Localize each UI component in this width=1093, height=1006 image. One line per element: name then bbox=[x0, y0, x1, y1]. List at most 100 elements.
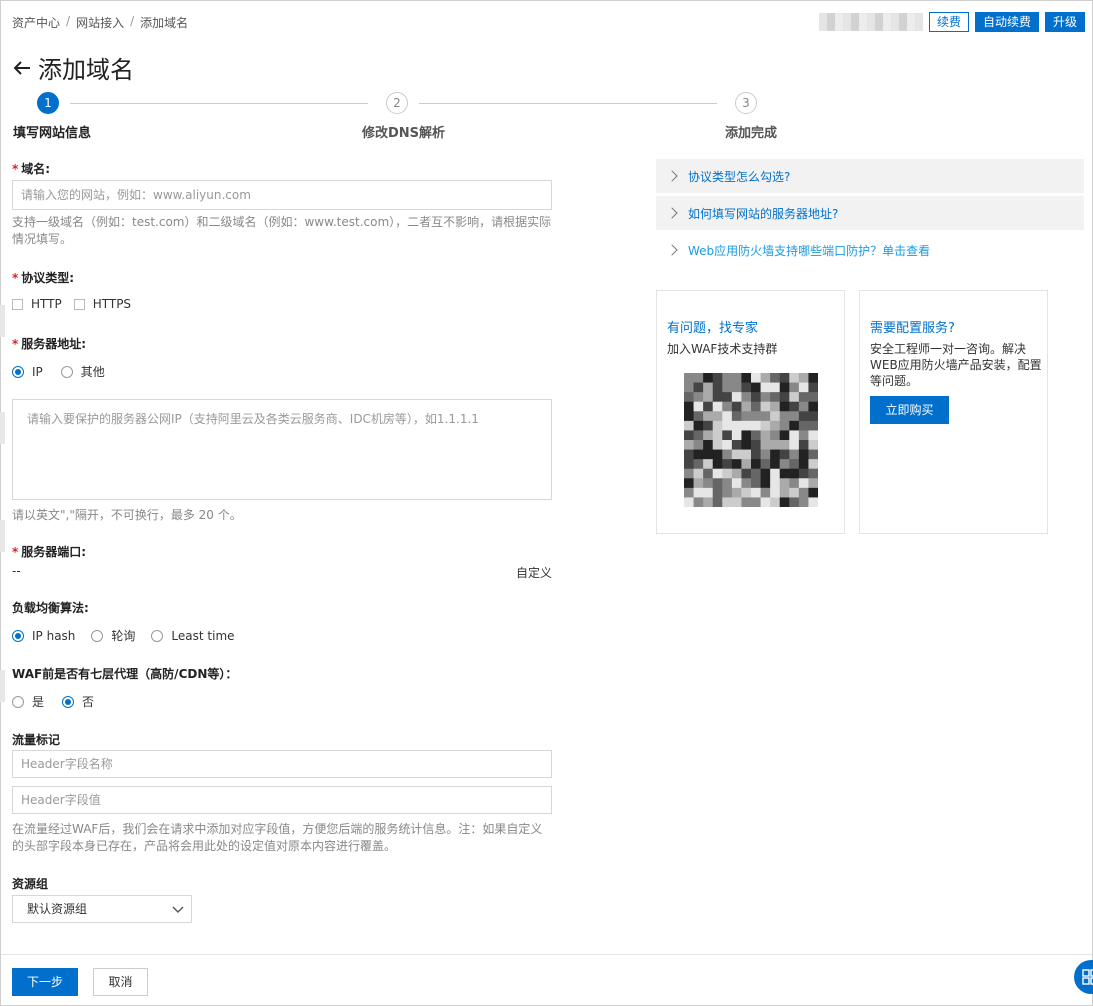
qr-cell bbox=[808, 478, 818, 489]
qr-cell bbox=[798, 430, 809, 441]
other-radio[interactable] bbox=[60, 365, 73, 378]
qr-cell bbox=[760, 420, 771, 431]
ip-radio[interactable] bbox=[12, 365, 24, 378]
qr-cell bbox=[789, 497, 800, 507]
qr-cell bbox=[808, 468, 818, 479]
cancel-button[interactable]: 取消 bbox=[93, 968, 148, 996]
domain-input[interactable]: 请输入您的网站，例如：www.aliyun.com bbox=[12, 180, 552, 210]
load-balance-options: IP hash 轮询 Least time bbox=[12, 627, 235, 644]
qr-cell bbox=[703, 478, 714, 489]
qr-cell bbox=[751, 459, 762, 470]
upgrade-button[interactable]: 升级 bbox=[1044, 12, 1085, 32]
expert-card-title[interactable]: 有问题，找专家 bbox=[667, 317, 758, 336]
qr-cell bbox=[712, 392, 723, 403]
auto-renew-button[interactable]: 自动续费 bbox=[974, 12, 1039, 32]
side-tab bbox=[0, 520, 5, 552]
step-3-circle: 3 bbox=[735, 92, 757, 114]
header-value-input[interactable]: Header字段值 bbox=[12, 786, 552, 814]
http-checkbox[interactable] bbox=[12, 298, 23, 310]
proxy-yes-radio[interactable] bbox=[12, 695, 24, 708]
qr-cell bbox=[798, 468, 809, 479]
proxy-no-radio[interactable] bbox=[62, 695, 75, 708]
qr-cell bbox=[808, 449, 818, 460]
qr-cell bbox=[789, 468, 800, 479]
faq-item-server-address[interactable]: 如何填写网站的服务器地址? bbox=[656, 196, 1084, 230]
qr-cell bbox=[722, 440, 733, 451]
qr-cell bbox=[693, 430, 704, 441]
qr-cell bbox=[693, 382, 704, 393]
step-indicator: 1 2 3 填写网站信息 修改DNS解析 添加完成 bbox=[0, 92, 800, 142]
qr-cell bbox=[722, 497, 733, 507]
qr-cell bbox=[808, 382, 818, 393]
qr-cell bbox=[789, 449, 800, 460]
server-address-type: IP 其他 bbox=[12, 363, 105, 380]
resource-group-select[interactable]: 默认资源组 bbox=[12, 895, 192, 923]
qr-cell bbox=[712, 411, 723, 422]
qr-cell bbox=[808, 440, 818, 451]
qr-cell bbox=[703, 440, 714, 451]
qr-cell bbox=[808, 459, 818, 470]
traffic-mark-label: 流量标记 bbox=[12, 733, 61, 747]
https-checkbox[interactable] bbox=[73, 298, 85, 310]
qr-code-image bbox=[684, 373, 818, 507]
server-address-textarea[interactable]: 请输入要保护的服务器公网IP（支持阿里云及各类云服务商、IDC机房等），如1.1… bbox=[12, 399, 552, 500]
qr-cell bbox=[808, 411, 818, 422]
renew-button[interactable]: 续费 bbox=[928, 12, 969, 32]
qr-cell bbox=[760, 401, 771, 412]
qr-cell bbox=[722, 478, 733, 489]
qr-cell bbox=[731, 497, 742, 507]
proxy-options: 是 否 bbox=[12, 693, 94, 710]
qr-cell bbox=[760, 478, 771, 489]
qr-cell bbox=[770, 440, 781, 451]
qr-cell bbox=[779, 430, 790, 441]
least-time-radio[interactable] bbox=[151, 629, 164, 642]
breadcrumb-item-site-access[interactable]: 网站接入 bbox=[76, 14, 124, 31]
qr-cell bbox=[789, 373, 800, 384]
qr-cell bbox=[712, 401, 723, 412]
ip-hash-radio[interactable] bbox=[12, 629, 24, 642]
back-arrow-icon[interactable] bbox=[12, 58, 32, 78]
qr-cell bbox=[712, 420, 723, 431]
header-name-input[interactable]: Header字段名称 bbox=[12, 750, 552, 778]
qr-cell bbox=[751, 392, 762, 403]
qr-cell bbox=[741, 430, 752, 441]
qr-cell bbox=[789, 478, 800, 489]
qr-cell bbox=[693, 487, 704, 498]
chevron-right-icon bbox=[666, 207, 678, 219]
account-info-blurred bbox=[818, 13, 923, 31]
round-robin-radio[interactable] bbox=[91, 629, 104, 642]
step-1-circle: 1 bbox=[37, 92, 59, 114]
round-robin-radio-label: 轮询 bbox=[111, 629, 136, 643]
qr-cell bbox=[684, 478, 695, 489]
qr-cell bbox=[731, 459, 742, 470]
faq-item-ports[interactable]: Web应用防火墙支持哪些端口防护？单击查看 bbox=[656, 233, 1084, 267]
qr-cell bbox=[779, 401, 790, 412]
breadcrumb-separator: / bbox=[66, 14, 71, 28]
qr-cell bbox=[751, 478, 762, 489]
qr-cell bbox=[760, 430, 771, 441]
qr-cell bbox=[798, 459, 809, 470]
qr-cell bbox=[731, 401, 742, 412]
breadcrumb-item-asset-center[interactable]: 资产中心 bbox=[12, 14, 60, 31]
qr-cell bbox=[770, 487, 781, 498]
qr-cell bbox=[712, 382, 723, 393]
next-step-button[interactable]: 下一步 bbox=[12, 968, 78, 996]
qr-cell bbox=[703, 382, 714, 393]
qr-cell bbox=[770, 420, 781, 431]
qr-cell bbox=[741, 401, 752, 412]
faq-item-protocol[interactable]: 协议类型怎么勾选? bbox=[656, 159, 1084, 193]
qr-cell bbox=[808, 401, 818, 412]
qr-cell bbox=[779, 468, 790, 479]
qr-cell bbox=[808, 392, 818, 403]
load-balance-label: 负载均衡算法: bbox=[12, 601, 89, 615]
qr-cell bbox=[712, 497, 723, 507]
qr-cell bbox=[741, 478, 752, 489]
ip-hash-radio-label: IP hash bbox=[32, 628, 76, 643]
buy-now-button[interactable]: 立即购买 bbox=[870, 396, 949, 424]
custom-port-link[interactable]: 自定义 bbox=[516, 564, 552, 581]
qr-cell bbox=[798, 411, 809, 422]
qr-cell bbox=[760, 487, 771, 498]
qr-cell bbox=[760, 392, 771, 403]
https-checkbox-label: HTTPS bbox=[92, 297, 132, 311]
other-radio-label: 其他 bbox=[80, 365, 105, 379]
